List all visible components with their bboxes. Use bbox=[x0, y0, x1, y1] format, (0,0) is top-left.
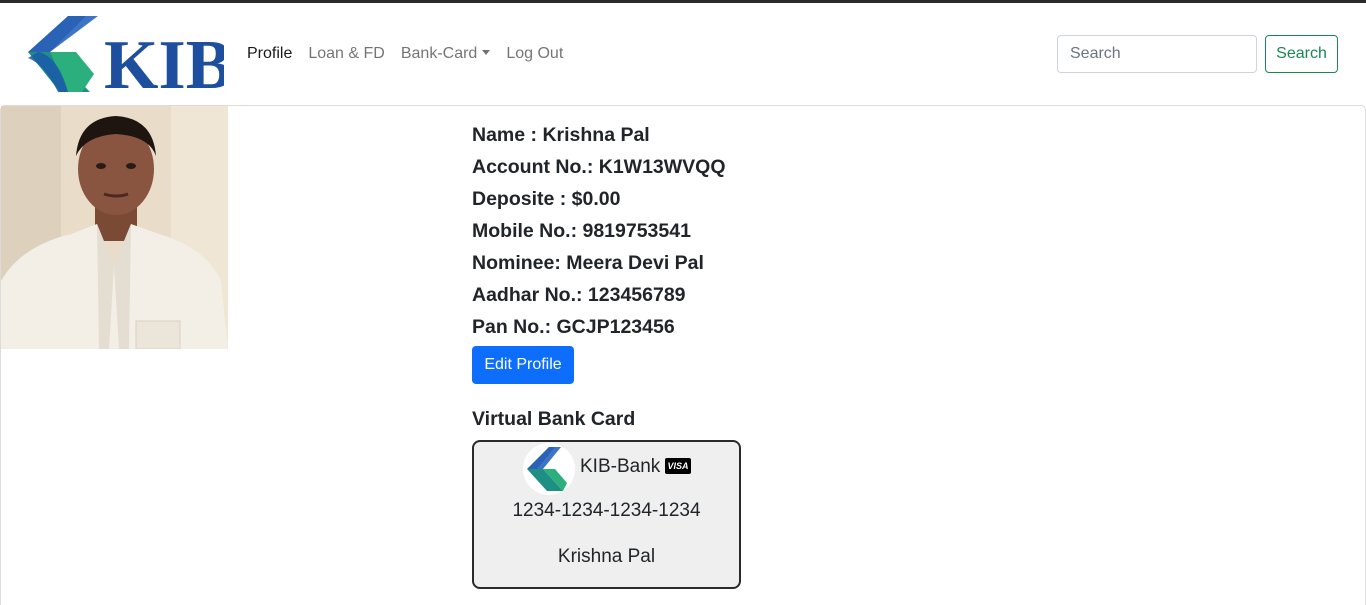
search-button[interactable]: Search bbox=[1265, 35, 1338, 73]
profile-photo bbox=[1, 106, 228, 349]
profile-mobile: Mobile No.: 9819753541 bbox=[472, 220, 691, 242]
profile-deposit: Deposite : $0.00 bbox=[472, 188, 621, 210]
nav-item-bank-card-label: Bank-Card bbox=[400, 45, 478, 62]
profile-details: Name : Krishna Pal Account No.: K1W13WVQ… bbox=[472, 119, 726, 343]
virtual-card-holder: Krishna Pal bbox=[557, 546, 656, 567]
edit-profile-button[interactable]: Edit Profile bbox=[472, 346, 574, 384]
kib-logo-icon: KIB bbox=[28, 16, 224, 92]
profile-aadhar: Aadhar No.: 123456789 bbox=[472, 284, 686, 306]
profile-name: Name : Krishna Pal bbox=[472, 124, 650, 146]
nav-item-log-out[interactable]: Log Out bbox=[506, 44, 563, 64]
virtual-card-heading: Virtual Bank Card bbox=[472, 408, 636, 430]
nav-item-profile[interactable]: Profile bbox=[247, 44, 292, 64]
profile-pan: Pan No.: GCJP123456 bbox=[472, 316, 675, 338]
nav-item-bank-card[interactable]: Bank-Card bbox=[400, 44, 491, 64]
search-input[interactable] bbox=[1057, 35, 1257, 73]
nav-item-loan-fd[interactable]: Loan & FD bbox=[308, 44, 384, 64]
profile-nominee: Nominee: Meera Devi Pal bbox=[472, 252, 704, 274]
virtual-card-number: 1234-1234-1234-1234 bbox=[512, 500, 701, 521]
kib-card-logo-icon bbox=[523, 443, 575, 495]
virtual-card-bank-name: KIB-Bank bbox=[580, 456, 661, 477]
kib-logo[interactable]: KIB bbox=[28, 16, 224, 92]
profile-account-number: Account No.: K1W13WVQQ bbox=[472, 156, 726, 178]
caret-down-icon bbox=[482, 50, 491, 55]
search-form: Search bbox=[1057, 35, 1338, 73]
visa-icon: VISA bbox=[665, 458, 691, 474]
navbar: KIB Profile Loan & FD Bank-Card Log Out … bbox=[0, 3, 1366, 106]
virtual-bank-card: KIB-Bank VISA 1234-1234-1234-1234 Krishn… bbox=[472, 440, 741, 589]
svg-text:KIB: KIB bbox=[104, 27, 224, 92]
main-nav: Profile Loan & FD Bank-Card Log Out bbox=[247, 44, 579, 64]
